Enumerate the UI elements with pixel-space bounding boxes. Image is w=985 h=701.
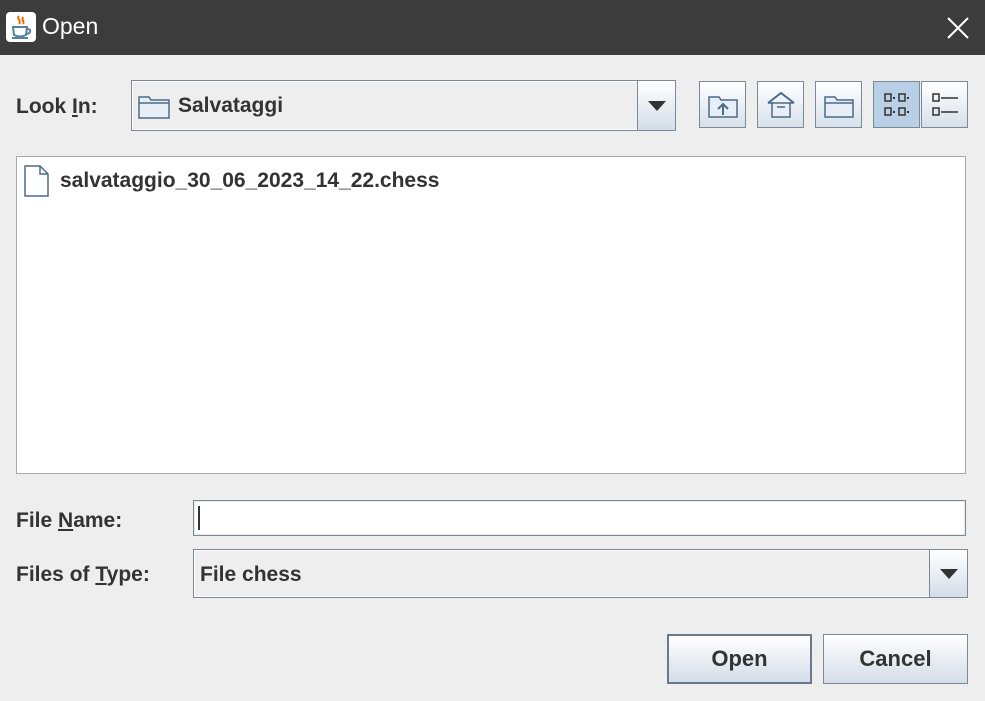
home-button[interactable] bbox=[757, 81, 804, 128]
look-in-value: Salvataggi bbox=[178, 94, 284, 117]
chevron-down-icon bbox=[939, 568, 958, 579]
file-type-dropdown-arrow[interactable] bbox=[929, 550, 967, 597]
java-cup-icon bbox=[6, 12, 36, 42]
file-name: salvataggio_30_06_2023_14_22.chess bbox=[60, 169, 440, 192]
file-list[interactable]: salvataggio_30_06_2023_14_22.chess bbox=[16, 156, 966, 474]
file-type-label: Files of Type: bbox=[16, 563, 150, 586]
text-caret bbox=[198, 506, 200, 530]
create-new-folder-button[interactable] bbox=[815, 81, 862, 128]
title-bar: Open bbox=[0, 0, 985, 55]
window-title: Open bbox=[42, 13, 99, 39]
close-button[interactable] bbox=[930, 0, 985, 55]
file-name-input[interactable] bbox=[193, 500, 966, 536]
list-item[interactable]: salvataggio_30_06_2023_14_22.chess bbox=[23, 165, 439, 197]
up-one-level-button[interactable] bbox=[699, 81, 746, 128]
cancel-button[interactable]: Cancel bbox=[823, 634, 968, 684]
close-icon bbox=[946, 16, 969, 39]
file-type-value: File chess bbox=[200, 563, 302, 586]
chevron-down-icon bbox=[647, 100, 666, 111]
details-view-icon bbox=[931, 92, 958, 116]
list-view-button[interactable] bbox=[873, 81, 920, 128]
file-name-label: File Name: bbox=[16, 509, 123, 532]
look-in-label: Look In: bbox=[16, 95, 98, 118]
look-in-dropdown-arrow[interactable] bbox=[637, 81, 675, 130]
look-in-combobox[interactable]: Salvataggi bbox=[131, 80, 676, 131]
home-icon bbox=[766, 91, 795, 118]
list-view-icon bbox=[883, 92, 909, 116]
folder-icon bbox=[138, 93, 170, 124]
up-folder-icon bbox=[707, 95, 738, 118]
file-icon bbox=[24, 165, 49, 197]
file-type-combobox[interactable]: File chess bbox=[193, 549, 968, 598]
details-view-button[interactable] bbox=[921, 81, 968, 128]
new-folder-icon bbox=[823, 95, 854, 118]
open-button[interactable]: Open bbox=[667, 634, 812, 684]
